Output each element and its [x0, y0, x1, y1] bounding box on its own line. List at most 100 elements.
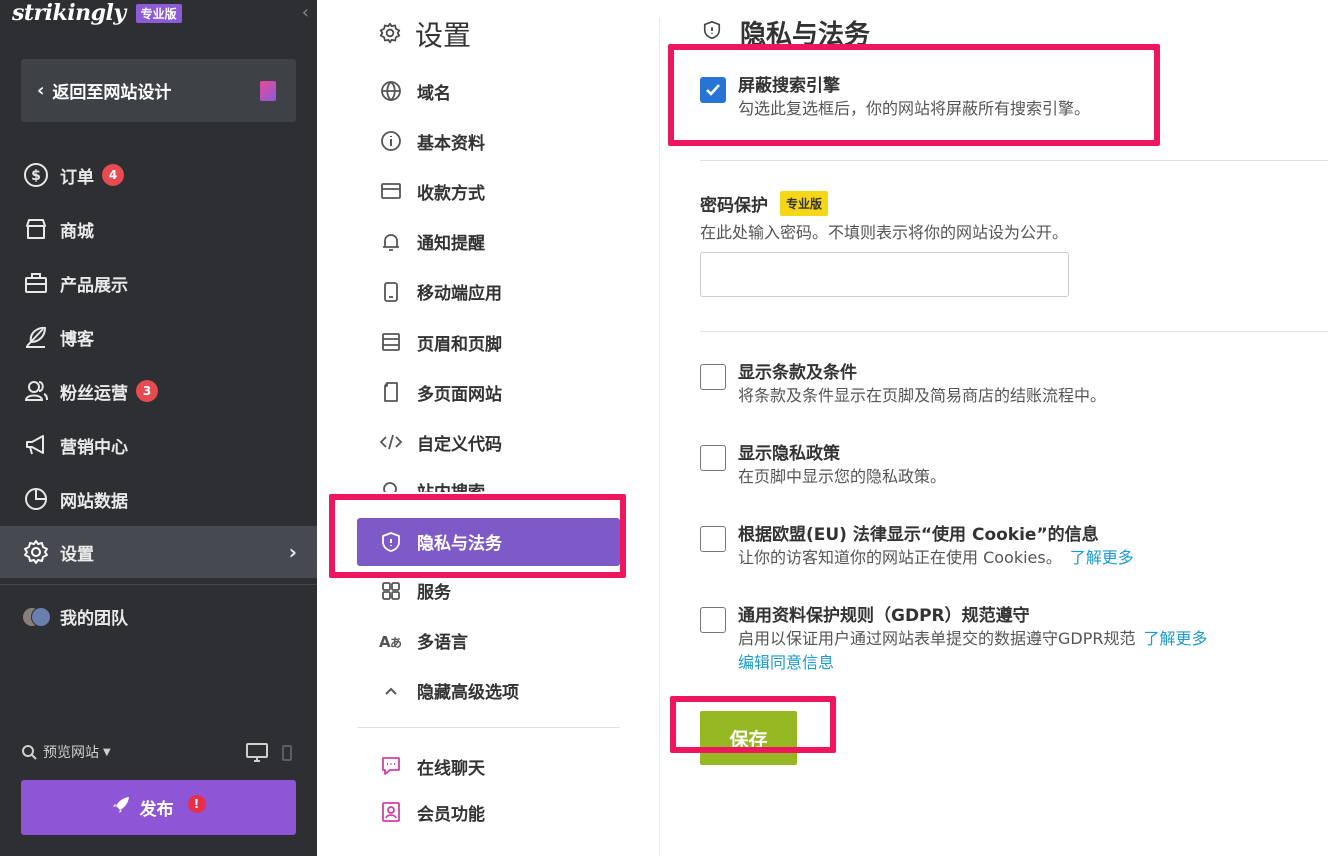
- svg-text:$: $: [31, 168, 41, 184]
- gdpr-learn-more-link[interactable]: 了解更多: [1144, 629, 1208, 648]
- menu-item-multi-page[interactable]: 多页面网站: [357, 367, 620, 417]
- collapse-sidebar-icon[interactable]: ‹: [302, 2, 309, 23]
- menu-item-notifications[interactable]: 通知提醒: [357, 217, 620, 267]
- back-to-editor-label: 返回至网站设计: [52, 83, 172, 103]
- sidebar-item-orders[interactable]: $ 订单 4: [0, 148, 317, 202]
- checkmark-icon: [706, 84, 720, 96]
- store-icon: [22, 215, 50, 243]
- menu-item-payment[interactable]: 收款方式: [357, 166, 620, 216]
- orders-count-badge: 4: [102, 164, 124, 186]
- cookie-option: 根据欧盟(EU) 法律显示“使用 Cookie”的信息 让你的访客知道你的网站正…: [700, 524, 1134, 570]
- team-avatars: [22, 606, 52, 628]
- search-icon: [379, 478, 403, 492]
- sidebar-item-blog[interactable]: 博客: [0, 310, 317, 364]
- menu-item-membership[interactable]: 会员功能: [379, 789, 485, 835]
- preview-label: 预览网站: [43, 745, 99, 761]
- code-icon: [379, 430, 403, 454]
- privacy-policy-title: 显示隐私政策: [738, 444, 840, 464]
- sidebar-item-marketing[interactable]: 营销中心: [0, 418, 317, 472]
- password-input[interactable]: [700, 252, 1069, 297]
- privacy-policy-checkbox[interactable]: [700, 445, 726, 471]
- page-icon: [260, 81, 276, 101]
- menu-item-privacy-legal[interactable]: 隐私与法务: [357, 517, 620, 566]
- preview-site-dropdown[interactable]: 预览网站 ▼: [21, 742, 111, 762]
- block-search-desc: 勾选此复选框后，你的网站将屏蔽所有搜索引擎。: [738, 99, 1091, 118]
- sidebar-item-settings[interactable]: 设置 ›: [0, 526, 317, 578]
- settings-menu-list: 域名 基本资料 收款方式 通知提醒 移动端应用 页眉和页脚 多页面网站 自定义代…: [357, 66, 620, 716]
- pro-badge: 专业版: [780, 191, 829, 216]
- dollar-circle-icon: $: [22, 161, 50, 189]
- audience-count-badge: 3: [136, 380, 158, 402]
- block-search-title: 屏蔽搜索引擎: [738, 76, 840, 96]
- sidebar-item-audience[interactable]: 粉丝运营 3: [0, 364, 317, 418]
- sidebar-item-label: 粉丝运营: [60, 383, 128, 404]
- back-to-editor-button[interactable]: ‹ 返回至网站设计: [21, 59, 296, 122]
- save-label: 保存: [729, 728, 768, 751]
- sidebar-item-team[interactable]: 我的团队: [22, 604, 128, 629]
- block-search-checkbox[interactable]: [700, 77, 726, 103]
- mobile-icon[interactable]: [282, 745, 292, 761]
- svg-text:あ: あ: [390, 636, 402, 650]
- cookie-desc: 让你的访客知道你的网站正在使用 Cookies。 了解更多: [738, 548, 1134, 567]
- rocket-icon: [112, 796, 130, 819]
- settings-menu: 设置 域名 基本资料 收款方式 通知提醒 移动端应用 页眉和页脚 多页面网站 自…: [317, 0, 660, 856]
- chat-icon: [379, 754, 403, 778]
- menu-item-label: 多页面网站: [417, 384, 502, 405]
- menu-item-custom-code[interactable]: 自定义代码: [357, 417, 620, 467]
- pie-chart-icon: [22, 485, 50, 513]
- sidebar-item-label: 网站数据: [60, 491, 128, 512]
- menu-item-label: 收款方式: [417, 183, 485, 204]
- sidebar-nav: $ 订单 4 商城 产品展示 博客 粉丝运营 3 营销中心 网站数据 设置 ›: [0, 148, 317, 578]
- briefcase-icon: [22, 269, 50, 297]
- translate-icon: Aあ: [379, 629, 403, 653]
- feather-icon: [22, 323, 50, 351]
- block-search-option: 屏蔽搜索引擎 勾选此复选框后，你的网站将屏蔽所有搜索引擎。: [700, 75, 1090, 121]
- sidebar-item-label: 订单: [60, 167, 94, 188]
- menu-item-hide-advanced[interactable]: 隐藏高级选项: [357, 666, 620, 716]
- menu-item-label: 域名: [417, 83, 451, 104]
- sidebar-item-label: 营销中心: [60, 437, 128, 458]
- menu-item-label: 通知提醒: [417, 234, 485, 255]
- desktop-icon[interactable]: [246, 743, 268, 763]
- divider: [700, 331, 1328, 332]
- strikingly-logo: strikingly: [12, 0, 126, 26]
- file-icon: [379, 380, 403, 404]
- menu-item-label: 基本资料: [417, 133, 485, 154]
- menu-item-site-search[interactable]: 站内搜索: [357, 468, 620, 492]
- cookie-checkbox[interactable]: [700, 526, 726, 552]
- credit-card-icon: [379, 179, 403, 203]
- layout-icon: [379, 330, 403, 354]
- save-button[interactable]: 保存: [700, 711, 797, 765]
- terms-option: 显示条款及条件 将条款及条件显示在页脚及简易商店的结账流程中。: [700, 362, 1106, 408]
- sidebar-item-label: 设置: [60, 544, 94, 565]
- megaphone-icon: [22, 431, 50, 459]
- menu-item-basic-info[interactable]: 基本资料: [357, 116, 620, 166]
- publish-button[interactable]: 发布 !: [21, 780, 296, 835]
- cookie-title: 根据欧盟(EU) 法律显示“使用 Cookie”的信息: [738, 525, 1099, 545]
- password-desc: 在此处输入密码。不填则表示将你的网站设为公开。: [700, 223, 1069, 242]
- publish-label: 发布: [139, 800, 174, 820]
- menu-item-live-chat[interactable]: 在线聊天: [379, 743, 485, 789]
- cookie-learn-more-link[interactable]: 了解更多: [1070, 548, 1134, 567]
- menu-item-domain[interactable]: 域名: [357, 66, 620, 116]
- sidebar-item-store[interactable]: 商城: [0, 202, 317, 256]
- privacy-legal-panel: 隐私与法务 屏蔽搜索引擎 勾选此复选框后，你的网站将屏蔽所有搜索引擎。 密码保护…: [660, 0, 1328, 856]
- gdpr-checkbox[interactable]: [700, 607, 726, 633]
- terms-checkbox[interactable]: [700, 364, 726, 390]
- chevron-left-icon: ‹: [37, 80, 45, 101]
- menu-item-services[interactable]: 服务: [357, 566, 620, 616]
- brand: strikingly 专业版: [12, 0, 182, 26]
- edit-consent-link[interactable]: 编辑同意信息: [738, 653, 834, 672]
- menu-item-multilingual[interactable]: Aあ 多语言: [357, 616, 620, 666]
- sidebar-item-portfolio[interactable]: 产品展示: [0, 256, 317, 310]
- menu-item-mobile-app[interactable]: 移动端应用: [357, 267, 620, 317]
- menu-item-header-footer[interactable]: 页眉和页脚: [357, 317, 620, 367]
- sidebar-item-analytics[interactable]: 网站数据: [0, 472, 317, 526]
- grid-icon: [379, 579, 403, 603]
- menu-divider: [357, 727, 620, 728]
- mobile-icon: [379, 280, 403, 304]
- menu-item-label: 站内搜索: [417, 478, 485, 492]
- member-card-icon: [379, 800, 403, 824]
- menu-item-label: 会员功能: [417, 804, 485, 825]
- page-title: 隐私与法务: [702, 14, 870, 51]
